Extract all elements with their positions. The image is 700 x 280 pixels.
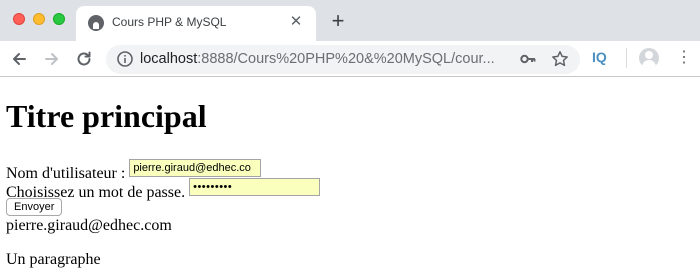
tab-close-icon[interactable]: ✕ (286, 12, 306, 32)
password-row: Choisissez un mot de passe. ••••••••• (6, 178, 696, 201)
window-close-button[interactable] (13, 13, 25, 25)
password-field[interactable]: ••••••••• (189, 178, 321, 196)
window-minimize-button[interactable] (33, 13, 45, 25)
url-path: :8888/Cours%20PHP%20&%20MySQL/cour... (197, 51, 495, 67)
signup-form: Nom d'utilisateur : pierre.giraud@edhec.… (6, 159, 696, 216)
toolbar-divider (626, 48, 627, 68)
back-arrow-icon[interactable] (9, 49, 29, 69)
profile-icon[interactable] (639, 48, 659, 68)
menu-icon[interactable]: ⋮ (676, 48, 692, 68)
extension-iq-button[interactable]: IQ (592, 49, 607, 65)
page-title: Titre principal (6, 98, 207, 134)
tab-title: Cours PHP & MySQL (112, 15, 227, 29)
site-favicon-icon (88, 15, 104, 31)
url-text: localhost:8888/Cours%20PHP%20&%20MySQL/c… (140, 51, 508, 67)
star-icon[interactable] (551, 50, 569, 68)
tab-bar: Cours PHP & MySQL ✕ + (0, 0, 700, 41)
new-tab-button[interactable]: + (327, 10, 349, 32)
forward-arrow-icon[interactable] (42, 49, 62, 69)
email-output: pierre.giraud@edhec.com (6, 217, 172, 234)
info-icon[interactable] (116, 50, 134, 68)
username-row: Nom d'utilisateur : pierre.giraud@edhec.… (6, 159, 696, 182)
reload-icon[interactable] (74, 49, 94, 69)
page-content: Titre principal Nom d'utilisateur : pier… (6, 78, 696, 270)
key-icon[interactable] (519, 50, 537, 68)
url-host: localhost (140, 51, 198, 67)
address-bar[interactable]: localhost:8888/Cours%20PHP%20&%20MySQL/c… (106, 45, 580, 74)
submit-button[interactable]: Envoyer (6, 198, 63, 216)
window-maximize-button[interactable] (53, 13, 65, 25)
username-field[interactable]: pierre.giraud@edhec.co (129, 159, 262, 177)
paragraph: Un paragraphe (6, 251, 101, 268)
browser-tab[interactable]: Cours PHP & MySQL ✕ (76, 6, 316, 41)
